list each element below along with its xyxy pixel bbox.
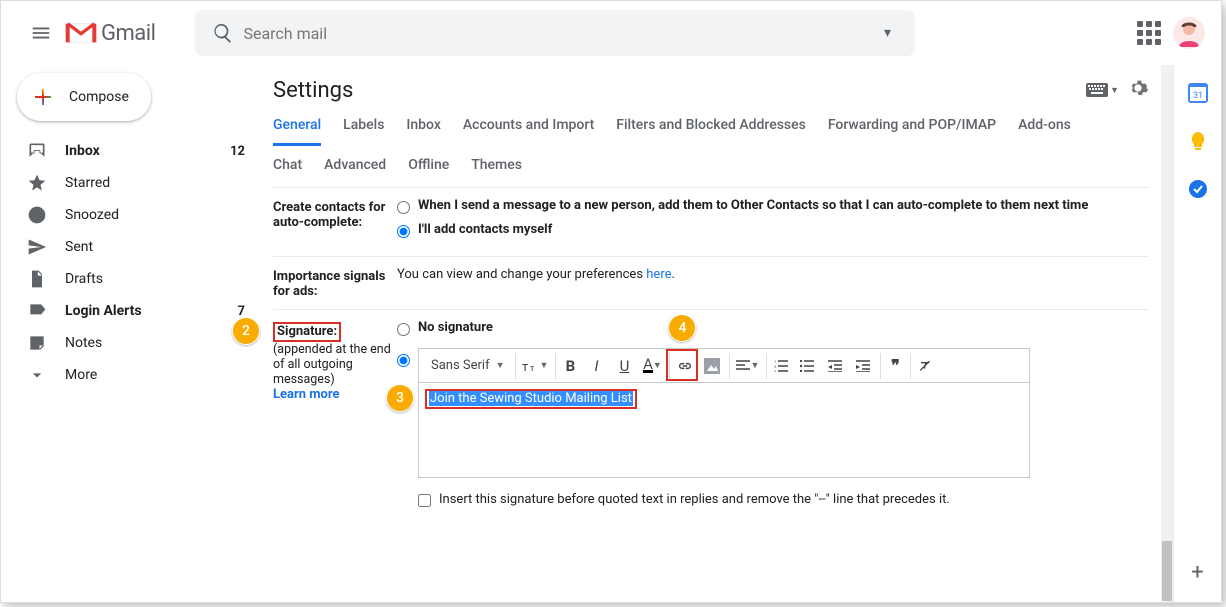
align-button[interactable]: ▼ — [729, 353, 762, 379]
bold-button[interactable]: B — [555, 353, 581, 379]
insert-image-button[interactable] — [699, 353, 725, 379]
keep-icon[interactable] — [1188, 131, 1208, 151]
indent-more-button[interactable] — [850, 353, 876, 379]
nav-more[interactable]: More — [9, 359, 257, 391]
tasks-icon[interactable] — [1188, 179, 1208, 199]
search-input[interactable] — [243, 24, 867, 43]
text-color-button[interactable]: A▼ — [639, 353, 665, 379]
nav-snoozed[interactable]: Snoozed — [9, 199, 257, 231]
more-icon — [27, 365, 47, 385]
account-avatar[interactable] — [1173, 17, 1205, 49]
side-panel: 31 + — [1173, 65, 1221, 602]
tab-accounts-and-import[interactable]: Accounts and Import — [463, 117, 594, 146]
tag-icon — [27, 301, 47, 321]
inbox-icon — [27, 141, 47, 161]
nav-notes[interactable]: Notes — [9, 327, 257, 359]
importance-setting-label: Importance signals for ads: — [273, 267, 397, 299]
google-apps-button[interactable] — [1137, 21, 1161, 45]
main-menu-button[interactable] — [17, 9, 65, 57]
annotation-2: 2 — [232, 317, 260, 345]
compose-label: Compose — [69, 89, 129, 105]
note-icon — [27, 333, 47, 353]
svg-text:3: 3 — [774, 369, 776, 372]
tab-general[interactable]: General — [273, 117, 321, 146]
logo-text: Gmail — [101, 21, 155, 46]
annotation-3: 3 — [386, 384, 414, 412]
remove-formatting-button[interactable] — [910, 353, 936, 379]
signature-learn-more-link[interactable]: Learn more — [273, 387, 340, 402]
signature-before-quote-checkbox[interactable]: Insert this signature before quoted text… — [418, 492, 1030, 507]
bullet-list-button[interactable] — [794, 353, 820, 379]
tab-inbox[interactable]: Inbox — [406, 117, 440, 146]
underline-button[interactable]: U — [611, 353, 637, 379]
search-bar[interactable]: ▾ — [195, 10, 915, 56]
star-icon — [27, 173, 47, 193]
font-size-button[interactable]: тт▼ — [515, 353, 552, 379]
quote-button[interactable]: ❞ — [880, 353, 906, 379]
contacts-setting-label: Create contacts for auto-complete: — [273, 198, 397, 246]
nav-starred[interactable]: Starred — [9, 167, 257, 199]
tab-offline[interactable]: Offline — [408, 157, 449, 183]
compose-button[interactable]: Compose — [17, 73, 151, 121]
file-icon — [27, 269, 47, 289]
signature-hint: (appended at the end of all outgoing mes… — [273, 342, 391, 387]
svg-text:31: 31 — [1192, 91, 1202, 101]
clock-icon — [27, 205, 47, 225]
page-title: Settings — [273, 78, 353, 103]
get-addons-button[interactable]: + — [1188, 562, 1208, 582]
send-icon — [27, 237, 47, 257]
indent-less-button[interactable] — [822, 353, 848, 379]
font-family-select[interactable]: Sans Serif▼ — [423, 358, 511, 373]
main-content: Settings ▼ General Labels Inbox Accounts an… — [257, 65, 1173, 602]
settings-gear-button[interactable] — [1127, 77, 1149, 103]
nav-login-alerts[interactable]: Login Alerts7 — [9, 295, 257, 327]
svg-text:т: т — [522, 360, 528, 373]
tab-filters-and-blocked-addresses[interactable]: Filters and Blocked Addresses — [616, 117, 806, 146]
annotation-4: 4 — [668, 314, 696, 342]
contacts-option-auto[interactable]: When I send a message to a new person, a… — [397, 198, 1149, 214]
nav-drafts[interactable]: Drafts — [9, 263, 257, 295]
contacts-option-manual[interactable]: I'll add contacts myself — [397, 222, 1149, 238]
signature-editor[interactable]: Join the Sewing Studio Mailing List — [418, 382, 1030, 478]
svg-text:т: т — [530, 364, 535, 373]
custom-signature-option[interactable] — [397, 354, 410, 367]
tab-labels[interactable]: Labels — [343, 117, 384, 146]
numbered-list-button[interactable]: 123 — [766, 353, 792, 379]
signature-text: Join the Sewing Studio Mailing List — [429, 391, 633, 406]
no-signature-option[interactable]: No signature — [397, 320, 1149, 336]
calendar-icon[interactable]: 31 — [1188, 83, 1208, 103]
sidebar: Compose Inbox12StarredSnoozedSentDraftsL… — [1, 65, 257, 602]
tab-chat[interactable]: Chat — [273, 157, 302, 183]
search-icon[interactable] — [203, 22, 243, 44]
search-options-dropdown[interactable]: ▾ — [867, 25, 907, 41]
tab-add-ons[interactable]: Add-ons — [1018, 117, 1071, 146]
nav-sent[interactable]: Sent — [9, 231, 257, 263]
importance-prefs-link[interactable]: here — [646, 267, 671, 282]
nav-inbox[interactable]: Inbox12 — [9, 135, 257, 167]
gmail-logo[interactable]: Gmail — [65, 21, 155, 46]
content-scrollbar[interactable] — [1161, 65, 1173, 602]
signature-setting-label: Signature: — [273, 322, 341, 342]
insert-link-button[interactable] — [669, 353, 697, 379]
signature-toolbar: Sans Serif▼ тт▼ B I U A▼ ▼ — [418, 348, 1030, 382]
tab-forwarding-and-pop-imap[interactable]: Forwarding and POP/IMAP — [828, 117, 996, 146]
input-tools-button[interactable]: ▼ — [1086, 83, 1119, 97]
tab-advanced[interactable]: Advanced — [324, 157, 386, 183]
italic-button[interactable]: I — [583, 353, 609, 379]
tab-themes[interactable]: Themes — [471, 157, 522, 183]
